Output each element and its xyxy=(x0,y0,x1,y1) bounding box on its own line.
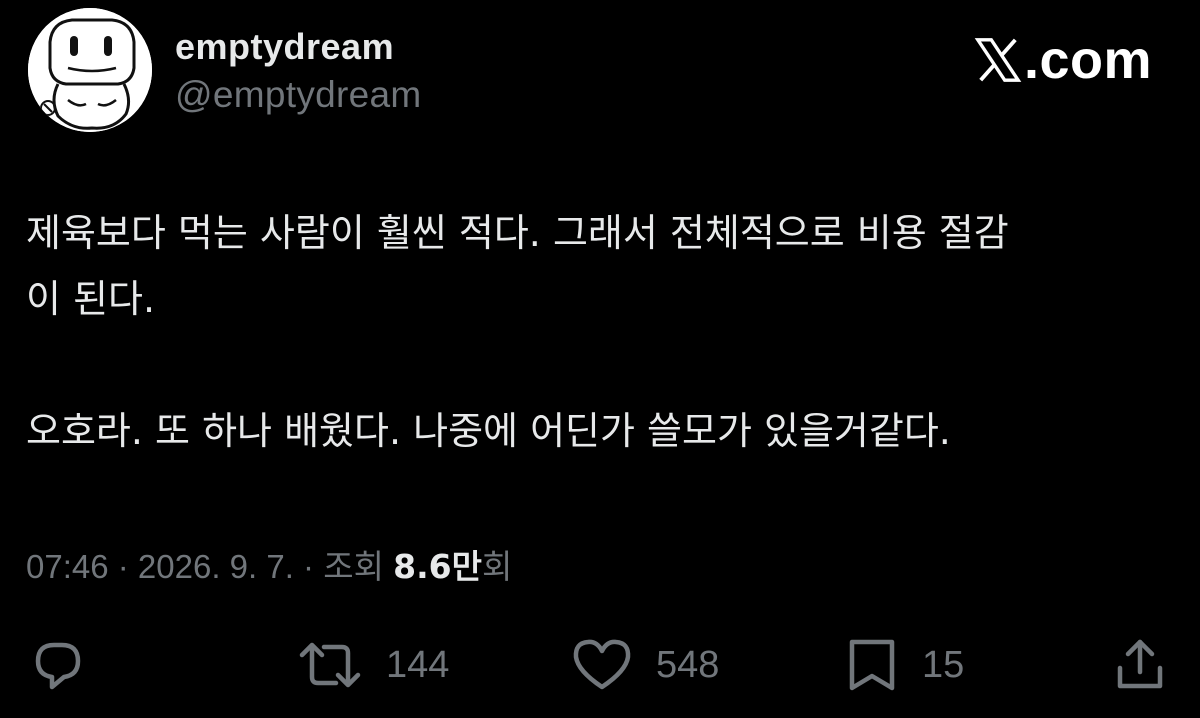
views-unit: 회 xyxy=(481,548,513,585)
share-icon xyxy=(1117,639,1163,689)
reply-button[interactable] xyxy=(30,630,86,700)
like-count: 548 xyxy=(656,643,720,686)
tweet-meta: 07:46 · 2026. 9. 7. · 조회 8.6만 회 xyxy=(26,540,512,588)
like-button[interactable]: 548 xyxy=(572,630,719,700)
brand-text: .com xyxy=(1023,30,1152,90)
views-label: 조회 xyxy=(323,548,394,585)
retweet-icon xyxy=(299,642,361,688)
cartoon-face-avatar-icon xyxy=(28,8,152,132)
retweet-count: 144 xyxy=(386,643,450,686)
x-logo-icon xyxy=(974,38,1022,82)
views-count: 8.6만 xyxy=(393,547,482,586)
avatar[interactable] xyxy=(28,8,152,132)
share-button[interactable] xyxy=(1112,630,1168,700)
tweet-text: 제육보다 먹는 사람이 훨씬 적다. 그래서 전체적으로 비용 절감 이 된다.… xyxy=(26,211,1009,453)
meta-separator: · xyxy=(108,548,138,585)
tweet-time[interactable]: 07:46 xyxy=(26,548,109,586)
action-bar: 144 548 15 xyxy=(0,630,1200,700)
meta-separator: · xyxy=(293,548,324,585)
tweet-date[interactable]: 2026. 9. 7. xyxy=(138,548,294,586)
heart-icon xyxy=(573,639,631,690)
user-handle[interactable]: @emptydream xyxy=(175,74,422,116)
tweet-header: emptydream @emptydream .com xyxy=(22,8,1182,138)
retweet-button[interactable]: 144 xyxy=(298,630,449,700)
bookmark-button[interactable]: 15 xyxy=(846,630,964,700)
display-name[interactable]: emptydream xyxy=(175,26,394,68)
brand-watermark: .com xyxy=(974,30,1152,90)
reply-icon xyxy=(35,642,81,690)
bookmark-count: 15 xyxy=(922,643,965,686)
bookmark-icon xyxy=(849,639,895,691)
